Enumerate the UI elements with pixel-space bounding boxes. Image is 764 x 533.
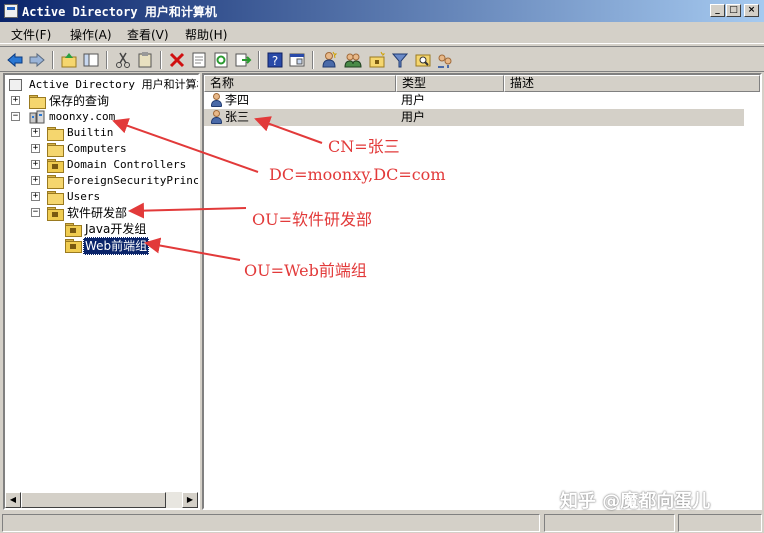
annotation-cn: CN=张三	[328, 137, 400, 156]
folder-icon	[47, 191, 64, 205]
tree-root-label: Active Directory 用户和计算机	[29, 78, 200, 91]
annotation-ou: OU=软件研发部	[252, 210, 373, 229]
toolbar-separator	[52, 51, 54, 69]
app-icon	[4, 4, 18, 18]
title-bar: Active Directory 用户和计算机 _ □ ×	[0, 0, 764, 22]
expand-icon[interactable]: +	[31, 144, 40, 153]
tree-item-label: Java开发组	[85, 222, 147, 236]
expand-icon[interactable]: +	[31, 160, 40, 169]
tree-pane[interactable]: Active Directory 用户和计算机 + 保存的查询 − moonxy…	[3, 73, 200, 510]
list-item-name: 张三	[225, 110, 250, 124]
list-item-name: 李四	[225, 93, 250, 107]
status-bar	[0, 512, 764, 533]
status-panel	[544, 514, 675, 532]
tree-item-label: 保存的查询	[49, 94, 110, 108]
list-item-type: 用户	[401, 93, 426, 107]
close-button[interactable]: ×	[744, 4, 759, 17]
toolbar: ?	[0, 46, 764, 72]
find-icon[interactable]	[414, 51, 432, 69]
svg-text:?: ?	[272, 54, 278, 68]
domain-icon	[29, 110, 45, 124]
annotation-ou2: OU=Web前端组	[244, 261, 367, 280]
delete-icon[interactable]	[168, 51, 186, 69]
show-tree-icon[interactable]	[82, 51, 100, 69]
up-icon[interactable]	[60, 51, 78, 69]
cut-icon[interactable]	[114, 51, 132, 69]
watermark: 知乎 @魔都向蛋儿	[560, 491, 711, 512]
ou-folder-icon	[47, 207, 64, 221]
user-icon	[209, 110, 223, 125]
new-user-icon[interactable]	[320, 51, 338, 69]
list-item-type: 用户	[401, 110, 426, 124]
tree-item-label: moonxy.com	[49, 110, 116, 123]
window-title: Active Directory 用户和计算机	[22, 5, 217, 19]
refresh-icon[interactable]	[212, 51, 230, 69]
forward-icon[interactable]	[28, 51, 46, 69]
filter-icon[interactable]	[391, 51, 409, 69]
list-item-selected[interactable]: 张三 用户	[204, 109, 744, 126]
scroll-thumb[interactable]	[21, 492, 166, 508]
status-panel	[678, 514, 762, 532]
list-pane[interactable]: 名称 类型 描述 李四 用户 张三 用户	[202, 73, 762, 510]
expand-icon[interactable]: +	[31, 176, 40, 185]
collapse-icon[interactable]: −	[11, 112, 20, 121]
scroll-left-button[interactable]: ◀	[5, 492, 21, 508]
ou-folder-icon	[65, 239, 82, 253]
menu-view[interactable]: 查看(V)	[127, 26, 169, 43]
column-header-type[interactable]: 类型	[396, 75, 504, 92]
tree-item-label: Domain Controllers	[67, 158, 187, 171]
back-icon[interactable]	[6, 51, 24, 69]
toolbar-separator	[258, 51, 260, 69]
menu-file[interactable]: 文件(F)	[11, 26, 51, 43]
menu-bar: 文件(F) 操作(A) 查看(V) 帮助(H)	[0, 22, 764, 44]
horizontal-scrollbar[interactable]: ◀ ▶	[5, 492, 198, 508]
scroll-right-button[interactable]: ▶	[182, 492, 198, 508]
menu-help[interactable]: 帮助(H)	[185, 26, 227, 43]
toolbar-separator	[106, 51, 108, 69]
list-item[interactable]: 李四 用户	[204, 92, 744, 109]
properties-icon[interactable]	[190, 51, 208, 69]
expand-icon[interactable]: +	[31, 192, 40, 201]
new-group-icon[interactable]	[344, 51, 362, 69]
expand-icon[interactable]: +	[11, 96, 20, 105]
tree-item-label: Computers	[67, 142, 127, 155]
expand-icon[interactable]: +	[31, 128, 40, 137]
menu-action[interactable]: 操作(A)	[70, 26, 112, 43]
ou-folder-icon	[47, 159, 64, 173]
folder-icon	[47, 143, 64, 157]
new-ou-icon[interactable]	[368, 51, 386, 69]
column-header-name[interactable]: 名称	[204, 75, 396, 92]
add-to-group-icon[interactable]	[436, 51, 454, 69]
user-icon	[209, 93, 223, 108]
tree-item-label-selected: Web前端组	[83, 237, 150, 255]
console-icon[interactable]	[288, 51, 306, 69]
status-panel-main	[2, 514, 540, 532]
help-icon[interactable]: ?	[266, 51, 284, 69]
paste-icon[interactable]	[136, 51, 154, 69]
minimize-button[interactable]: _	[710, 4, 725, 17]
console-root-icon	[9, 79, 22, 91]
collapse-icon[interactable]: −	[31, 208, 40, 217]
ou-folder-icon	[65, 223, 82, 237]
toolbar-separator	[160, 51, 162, 69]
tree-item-label: 软件研发部	[67, 206, 128, 220]
column-header-description[interactable]: 描述	[504, 75, 760, 92]
folder-icon	[47, 127, 64, 141]
folder-icon	[29, 95, 46, 109]
toolbar-separator	[312, 51, 314, 69]
tree-item-label: ForeignSecurityPrincip	[67, 174, 200, 187]
tree-item-label: Builtin	[67, 126, 114, 139]
maximize-button[interactable]: □	[726, 4, 741, 17]
annotation-dc: DC=moonxy,DC=com	[269, 165, 446, 184]
folder-icon	[47, 175, 64, 189]
export-icon[interactable]	[234, 51, 252, 69]
tree-item-label: Users	[67, 190, 101, 203]
